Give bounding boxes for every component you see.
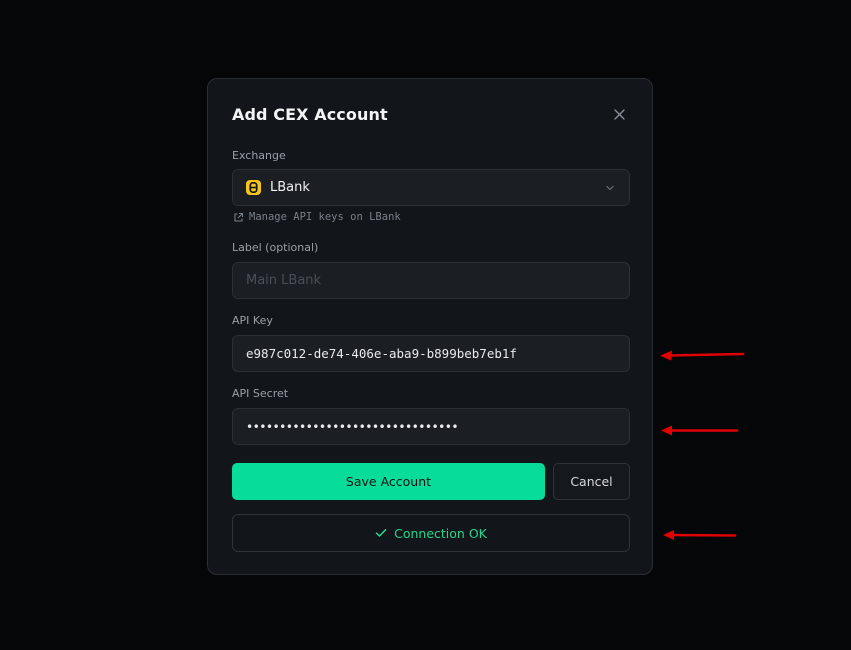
label-input-placeholder: Main LBank bbox=[246, 273, 322, 288]
dialog-title: Add CEX Account bbox=[232, 105, 388, 124]
connection-status: Connection OK bbox=[232, 514, 630, 552]
exchange-label: Exchange bbox=[232, 149, 286, 162]
label-field-label: Label (optional) bbox=[232, 241, 319, 254]
api-secret-label: API Secret bbox=[232, 387, 289, 400]
page-background: Add CEX Account Exchange LBank Manage AP… bbox=[0, 0, 851, 650]
lbank-logo-icon bbox=[246, 180, 261, 195]
api-secret-input[interactable]: •••••••••••••••••••••••••••••••• bbox=[232, 408, 630, 445]
close-button[interactable] bbox=[610, 105, 628, 123]
api-key-input[interactable]: e987c012-de74-406e-aba9-b899beb7eb1f bbox=[232, 335, 630, 372]
api-secret-masked-value: •••••••••••••••••••••••••••••••• bbox=[246, 419, 459, 434]
close-icon bbox=[613, 108, 625, 120]
cancel-button[interactable]: Cancel bbox=[553, 463, 630, 500]
manage-api-keys-text: Manage API keys on LBank bbox=[249, 211, 401, 223]
label-input[interactable]: Main LBank bbox=[232, 262, 630, 299]
save-account-button[interactable]: Save Account bbox=[232, 463, 545, 500]
external-link-icon bbox=[234, 212, 244, 222]
manage-api-keys-link[interactable]: Manage API keys on LBank bbox=[233, 211, 401, 223]
exchange-select[interactable]: LBank bbox=[232, 169, 630, 206]
connection-status-text: Connection OK bbox=[394, 525, 487, 541]
chevron-down-icon bbox=[606, 185, 614, 191]
red-arrow-icon bbox=[660, 350, 745, 361]
add-cex-account-dialog: Add CEX Account Exchange LBank Manage AP… bbox=[207, 78, 653, 575]
red-arrow-icon bbox=[661, 425, 739, 436]
api-key-value: e987c012-de74-406e-aba9-b899beb7eb1f bbox=[246, 346, 517, 361]
check-icon bbox=[375, 529, 387, 537]
exchange-selected-value: LBank bbox=[270, 180, 310, 195]
red-arrow-icon bbox=[663, 530, 737, 540]
api-key-label: API Key bbox=[232, 314, 273, 327]
